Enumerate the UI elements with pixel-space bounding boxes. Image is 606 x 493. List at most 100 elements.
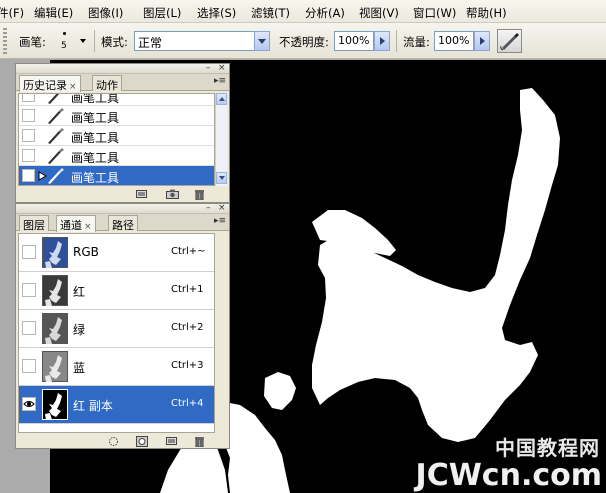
tab-actions[interactable]: 动作 <box>92 75 122 92</box>
menu-filter[interactable]: 滤镜(T) <box>251 5 290 21</box>
visibility-toggle[interactable] <box>22 283 36 297</box>
tab-paths[interactable]: 路径 <box>108 215 138 232</box>
separator <box>396 30 397 52</box>
trash-icon[interactable] <box>194 189 205 201</box>
watermark: 中国教程网 JCWcn.com <box>416 432 602 491</box>
new-document-from-state-icon[interactable] <box>136 189 147 199</box>
save-selection-icon[interactable] <box>136 436 148 447</box>
options-bar: 画笔: 5 模式: 正常 不透明度: 100% 流量: 100% <box>0 23 606 59</box>
tab-layers[interactable]: 图层 <box>19 215 49 232</box>
brush-picker-arrow[interactable] <box>80 39 86 43</box>
menu-select[interactable]: 选择(S) <box>197 5 236 21</box>
visibility-toggle[interactable] <box>22 359 36 373</box>
mode-dropdown-button[interactable] <box>254 31 270 51</box>
channel-shortcut: Ctrl+~ <box>171 246 206 257</box>
separator <box>94 30 95 52</box>
history-item[interactable]: 画笔工具 <box>19 126 214 146</box>
watermark-en: JCWcn.com <box>415 458 602 493</box>
load-selection-icon[interactable] <box>108 436 119 446</box>
channel-name: 蓝 <box>73 361 86 375</box>
tab-layers-label: 图层 <box>23 219 45 232</box>
channels-tabs: 图层 通道 × 路径 ▸≡ <box>16 214 229 232</box>
menu-help[interactable]: 帮助(H) <box>466 5 507 21</box>
opacity-slider-button[interactable] <box>374 31 390 51</box>
airbrush-icon <box>500 33 519 51</box>
airbrush-toggle[interactable] <box>497 29 522 53</box>
brush-tool-icon <box>48 94 60 104</box>
brush-size: 5 <box>61 41 67 51</box>
brush-preset-picker[interactable]: 5 <box>57 29 73 55</box>
snapshot-checkbox[interactable] <box>22 129 35 142</box>
visibility-toggle[interactable] <box>22 321 36 335</box>
channels-panel: – × 图层 通道 × 路径 ▸≡ RGB Ctrl+~ 红 Ctrl+1 绿 … <box>15 203 230 449</box>
tab-paths-label: 路径 <box>112 219 134 232</box>
menu-file[interactable]: 件(F) <box>0 5 24 21</box>
minimize-icon[interactable]: – <box>206 64 211 73</box>
snapshot-checkbox[interactable] <box>22 109 35 122</box>
channel-row-rgb[interactable]: RGB Ctrl+~ <box>19 234 214 272</box>
history-item[interactable]: 画笔工具 <box>19 93 214 106</box>
menu-window[interactable]: 窗口(W) <box>413 5 456 21</box>
menu-image[interactable]: 图像(I) <box>88 5 123 21</box>
history-item[interactable]: 画笔工具 <box>19 146 214 166</box>
brush-dot-icon <box>63 32 66 35</box>
menu-view[interactable]: 视图(V) <box>359 5 399 21</box>
brush-tool-icon <box>48 168 64 184</box>
channel-shortcut: Ctrl+3 <box>171 360 204 371</box>
history-item-label: 画笔工具 <box>71 111 120 125</box>
snapshot-checkbox[interactable] <box>22 94 35 102</box>
minimize-icon[interactable]: – <box>206 204 211 213</box>
snapshot-checkbox[interactable] <box>22 169 35 182</box>
channel-thumbnail <box>42 275 68 306</box>
new-channel-icon[interactable] <box>166 436 177 446</box>
visibility-toggle[interactable] <box>22 245 36 259</box>
visibility-toggle[interactable] <box>22 397 36 411</box>
channel-thumbnail <box>42 313 68 344</box>
channel-row-red-copy[interactable]: 红 副本 Ctrl+4 <box>19 386 214 424</box>
brush-tool-icon <box>48 148 64 164</box>
panel-titlebar[interactable]: – × <box>16 204 229 214</box>
menu-layer[interactable]: 图层(L) <box>143 5 181 21</box>
flow-slider-button[interactable] <box>474 31 490 51</box>
flow-label: 流量: <box>403 35 430 49</box>
tab-close-icon[interactable]: × <box>84 222 92 232</box>
channel-row-green[interactable]: 绿 Ctrl+2 <box>19 310 214 348</box>
close-icon[interactable]: × <box>218 64 226 73</box>
chevron-up-icon <box>218 97 225 101</box>
history-scrollbar[interactable] <box>215 93 227 186</box>
mode-label: 模式: <box>101 35 128 49</box>
channel-name: 红 <box>73 285 86 299</box>
snapshot-camera-icon[interactable] <box>166 189 179 199</box>
trash-icon[interactable] <box>194 436 205 448</box>
menu-edit[interactable]: 编辑(E) <box>34 5 73 21</box>
channel-row-blue[interactable]: 蓝 Ctrl+3 <box>19 348 214 386</box>
flow-input[interactable]: 100% <box>434 31 474 51</box>
chevron-down-icon <box>258 38 266 44</box>
menu-analysis[interactable]: 分析(A) <box>305 5 345 21</box>
mode-select[interactable]: 正常 <box>134 31 255 51</box>
tab-history[interactable]: 历史记录 × <box>19 75 81 92</box>
eye-icon <box>23 401 35 407</box>
history-bottom-bar <box>16 186 229 203</box>
opacity-label: 不透明度: <box>279 35 329 49</box>
opacity-input[interactable]: 100% <box>334 31 374 51</box>
close-icon[interactable]: × <box>218 204 226 213</box>
channel-row-red[interactable]: 红 Ctrl+1 <box>19 272 214 310</box>
history-item[interactable]: 画笔工具 <box>19 106 214 126</box>
brush-tool-icon <box>48 108 64 124</box>
snapshot-checkbox[interactable] <box>22 149 35 162</box>
history-item-label: 画笔工具 <box>71 93 120 105</box>
panel-titlebar[interactable]: – × <box>16 64 229 74</box>
channel-name: RGB <box>73 245 99 259</box>
channel-thumbnail <box>42 237 68 268</box>
history-item-selected[interactable]: 画笔工具 <box>19 166 214 185</box>
scroll-down-button[interactable] <box>216 172 227 184</box>
toolbar-grip[interactable] <box>3 28 7 54</box>
menu-bar: 件(F) 编辑(E) 图像(I) 图层(L) 选择(S) 滤镜(T) 分析(A)… <box>0 0 606 23</box>
panel-menu-icon[interactable]: ▸≡ <box>214 77 226 86</box>
tab-close-icon[interactable]: × <box>69 82 77 92</box>
tab-channels[interactable]: 通道 × <box>56 215 96 232</box>
panel-menu-icon[interactable]: ▸≡ <box>214 217 226 226</box>
chevron-right-icon <box>479 37 485 45</box>
scroll-up-button[interactable] <box>216 93 227 105</box>
